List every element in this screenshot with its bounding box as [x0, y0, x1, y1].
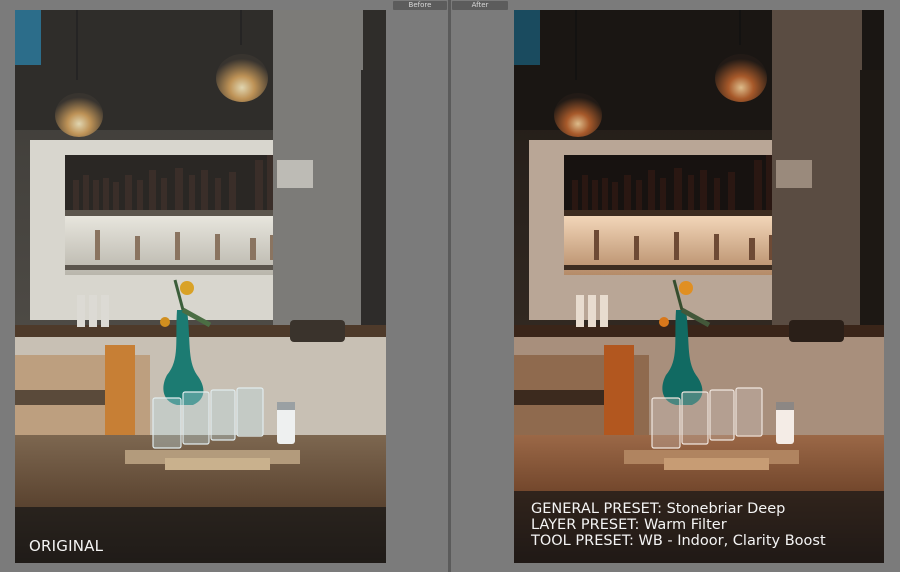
before-caption-bar: ORIGINAL [15, 507, 386, 563]
original-label: ORIGINAL [29, 537, 104, 555]
before-photo [15, 10, 386, 563]
layer-preset-label: LAYER PRESET: Warm Filter [531, 517, 727, 533]
general-preset-label: GENERAL PRESET: Stonebriar Deep [531, 501, 786, 517]
after-photo [514, 10, 884, 563]
before-tab-label[interactable]: Before [393, 1, 447, 10]
tool-preset-label: TOOL PRESET: WB - Indoor, Clarity Boost [531, 533, 826, 549]
after-tab-label[interactable]: After [452, 1, 508, 10]
compare-divider[interactable] [448, 0, 451, 572]
after-image-panel: GENERAL PRESET: Stonebriar Deep LAYER PR… [514, 10, 884, 563]
before-image-panel: ORIGINAL [15, 10, 386, 563]
after-caption-bar: GENERAL PRESET: Stonebriar Deep LAYER PR… [514, 491, 884, 563]
